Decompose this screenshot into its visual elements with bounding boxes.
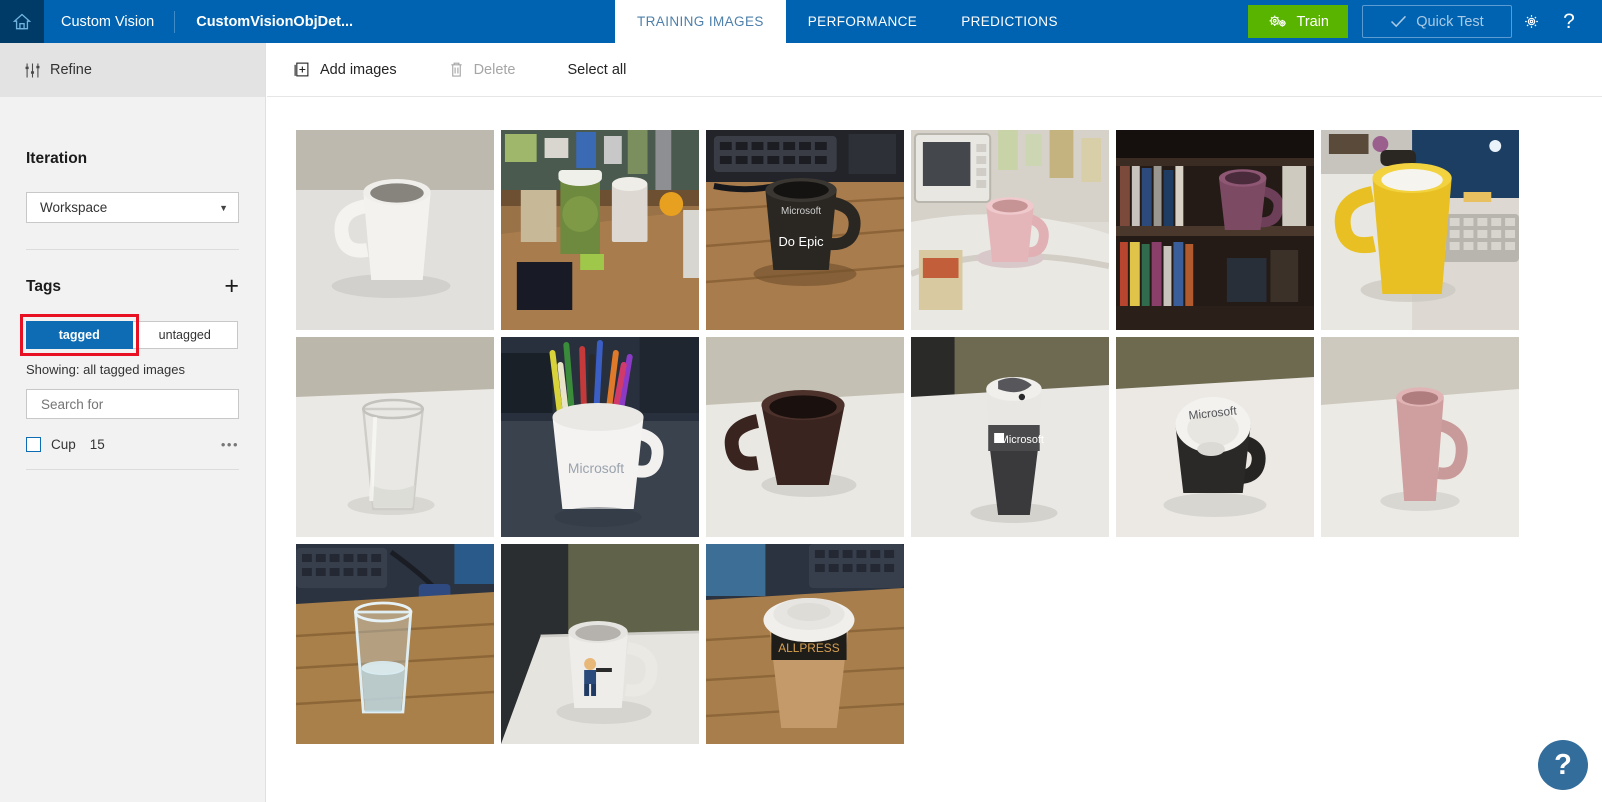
svg-text:ALLPRESS: ALLPRESS bbox=[778, 641, 839, 655]
home-icon bbox=[12, 13, 32, 29]
image-thumbnail[interactable] bbox=[1116, 130, 1314, 330]
left-sidebar: Refine Iteration Workspace ▼ Tags + tagg… bbox=[0, 43, 266, 802]
sliders-icon bbox=[25, 63, 40, 77]
gears-icon bbox=[1269, 15, 1286, 27]
chevron-down-icon: ▼ bbox=[219, 202, 228, 213]
add-image-icon bbox=[294, 62, 309, 77]
training-images-grid: Microsoft Do Epic Microsoft Microsoft Mi… bbox=[267, 97, 1557, 744]
tag-count: 15 bbox=[89, 436, 105, 452]
top-header: Custom Vision CustomVisionObjDet... TRAI… bbox=[0, 0, 1602, 43]
tag-search-box[interactable] bbox=[26, 389, 239, 419]
tag-name: Cup bbox=[51, 436, 76, 452]
tab-predictions[interactable]: PREDICTIONS bbox=[939, 0, 1080, 43]
tag-search-input[interactable] bbox=[39, 395, 226, 413]
trash-icon bbox=[450, 62, 462, 77]
thumbnail-photo bbox=[296, 130, 494, 330]
thumbnail-photo: ALLPRESS bbox=[706, 544, 904, 744]
floating-help-button[interactable]: ? bbox=[1538, 740, 1588, 790]
header-actions: Train Quick Test ? bbox=[1247, 0, 1602, 43]
thumbnail-photo bbox=[296, 337, 494, 537]
delete-button[interactable]: Delete bbox=[449, 61, 516, 78]
help-button[interactable]: ? bbox=[1550, 0, 1588, 43]
iteration-select-value: Workspace bbox=[40, 200, 108, 215]
select-all-button[interactable]: Select all bbox=[568, 62, 627, 78]
thumbnail-photo bbox=[706, 337, 904, 537]
tags-heading: Tags bbox=[26, 277, 62, 295]
refine-label: Refine bbox=[50, 62, 92, 78]
home-button[interactable] bbox=[0, 0, 44, 43]
sidebar-divider bbox=[26, 249, 239, 250]
image-thumbnail[interactable] bbox=[911, 130, 1109, 330]
brand-link[interactable]: Custom Vision bbox=[44, 0, 154, 43]
train-button-label: Train bbox=[1296, 13, 1330, 30]
toggle-tagged[interactable]: tagged bbox=[26, 321, 133, 349]
thumbnail-photo bbox=[1321, 130, 1519, 330]
image-thumbnail[interactable] bbox=[296, 130, 494, 330]
thumbnail-photo: Microsoft bbox=[1116, 337, 1314, 537]
image-thumbnail[interactable] bbox=[501, 130, 699, 330]
thumbnail-photo bbox=[1116, 130, 1314, 330]
project-name[interactable]: CustomVisionObjDet... bbox=[175, 0, 353, 43]
iteration-heading: Iteration bbox=[26, 150, 88, 167]
gear-icon bbox=[1524, 15, 1538, 28]
image-thumbnail[interactable] bbox=[1321, 337, 1519, 537]
tags-header: Tags + bbox=[26, 274, 239, 299]
add-images-button[interactable]: Add images bbox=[293, 61, 397, 78]
thumbnail-photo bbox=[911, 130, 1109, 330]
svg-text:Microsoft: Microsoft bbox=[568, 460, 624, 476]
image-thumbnail[interactable] bbox=[1321, 130, 1519, 330]
select-all-label: Select all bbox=[567, 61, 627, 78]
thumbnail-photo: Microsoft Do Epic bbox=[706, 130, 904, 330]
tab-training-images[interactable]: TRAINING IMAGES bbox=[615, 0, 786, 43]
refine-header[interactable]: Refine bbox=[0, 43, 265, 97]
quick-test-label: Quick Test bbox=[1416, 13, 1484, 30]
image-thumbnail[interactable]: Microsoft bbox=[501, 337, 699, 537]
ellipsis-icon[interactable]: ••• bbox=[221, 437, 239, 452]
train-button[interactable]: Train bbox=[1247, 5, 1348, 38]
image-thumbnail[interactable] bbox=[706, 337, 904, 537]
thumbnail-photo: Microsoft bbox=[501, 337, 699, 537]
image-thumbnail[interactable]: ALLPRESS bbox=[706, 544, 904, 744]
showing-text: Showing: all tagged images bbox=[26, 362, 185, 377]
image-thumbnail[interactable] bbox=[296, 337, 494, 537]
thumbnail-photo bbox=[501, 544, 699, 744]
tagged-untagged-toggle: tagged untagged bbox=[20, 314, 238, 356]
main-tabs: TRAINING IMAGES PERFORMANCE PREDICTIONS bbox=[615, 0, 1080, 43]
svg-text:Microsoft: Microsoft bbox=[781, 206, 821, 217]
thumbnail-photo bbox=[501, 130, 699, 330]
tag-checkbox[interactable] bbox=[26, 436, 41, 452]
tags-section: Tags + tagged untagged Showing: all tagg… bbox=[0, 274, 265, 470]
tag-list-item-cup[interactable]: Cup 15 ••• bbox=[26, 433, 239, 455]
delete-label: Delete bbox=[473, 61, 516, 78]
quick-test-button[interactable]: Quick Test bbox=[1362, 5, 1512, 38]
iteration-section: Iteration Workspace ▼ bbox=[0, 150, 265, 223]
thumbnail-photo: Microsoft bbox=[911, 337, 1109, 537]
add-tag-icon[interactable]: + bbox=[224, 274, 239, 299]
tag-list-divider bbox=[26, 469, 239, 470]
image-thumbnail[interactable]: Microsoft Do Epic bbox=[706, 130, 904, 330]
thumbnail-photo bbox=[1321, 337, 1519, 537]
images-toolbar: Add images Delete Select all bbox=[267, 43, 1602, 97]
add-images-label: Add images bbox=[320, 61, 397, 78]
svg-text:Do Epic: Do Epic bbox=[779, 234, 825, 249]
image-thumbnail[interactable]: Microsoft bbox=[911, 337, 1109, 537]
toggle-untagged[interactable]: untagged bbox=[132, 321, 238, 349]
svg-text:Microsoft: Microsoft bbox=[1000, 434, 1044, 446]
checkmark-icon bbox=[1391, 15, 1407, 28]
tab-performance[interactable]: PERFORMANCE bbox=[786, 0, 939, 43]
settings-button[interactable] bbox=[1512, 0, 1550, 43]
image-thumbnail[interactable] bbox=[501, 544, 699, 744]
image-thumbnail[interactable] bbox=[296, 544, 494, 744]
image-thumbnail[interactable]: Microsoft bbox=[1116, 337, 1314, 537]
main-panel: Add images Delete Select all Microsoft D… bbox=[267, 43, 1602, 802]
iteration-select[interactable]: Workspace ▼ bbox=[26, 192, 239, 223]
thumbnail-photo bbox=[296, 544, 494, 744]
